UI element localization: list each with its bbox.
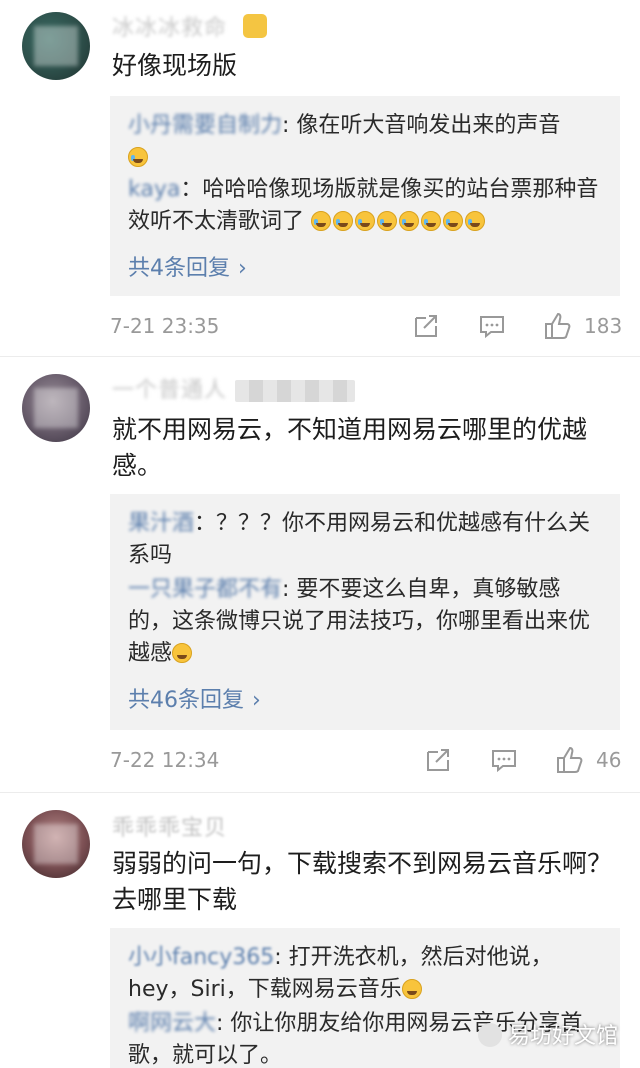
emoji-row xyxy=(304,209,487,234)
divider xyxy=(0,792,640,793)
like-count: 183 xyxy=(584,314,623,338)
reply-item: kaya：哈哈哈像现场版就是像买的站台票那种音效听不太清歌词了 xyxy=(128,174,602,238)
emoji-icon xyxy=(355,211,376,231)
reply-box[interactable]: 果汁酒：？？？你不用网易云和优越感有什么关系吗 一只果子都不有: 要不要这么自卑… xyxy=(110,494,620,730)
comment-text: 弱弱的问一句，下载搜索不到网易云音乐啊？去哪里下载 xyxy=(112,849,613,914)
reply-username[interactable]: 小小fancy365 xyxy=(128,945,274,970)
reply-item: 小丹需要自制力: 像在听大音响发出来的声音 xyxy=(128,110,602,174)
reply-username[interactable]: 一只果子都不有 xyxy=(128,577,282,602)
emoji-icon xyxy=(465,211,486,231)
reply-item: 一只果子都不有: 要不要这么自卑，真够敏感的，这条微博只说了用法技巧，你哪里看出… xyxy=(128,574,602,670)
chevron-right-icon: › xyxy=(238,256,247,281)
divider xyxy=(0,356,640,357)
reply-username[interactable]: 果汁酒 xyxy=(128,511,194,536)
reply-username[interactable]: 小丹需要自制力 xyxy=(128,113,282,138)
watermark: 易坊好文馆 xyxy=(477,1018,618,1050)
avatar[interactable] xyxy=(22,12,90,80)
username-text[interactable]: 乖乖乖宝贝 xyxy=(112,816,227,841)
reply-item: 小小fancy365: 打开洗衣机，然后对他说，hey，Siri，下载网易云音乐 xyxy=(128,942,602,1006)
username[interactable]: 一个普通人 xyxy=(112,372,356,404)
emoji-icon xyxy=(421,211,442,231)
like-icon[interactable] xyxy=(542,310,574,342)
comment-text: 好像现场版 xyxy=(112,51,238,80)
view-replies-link[interactable]: 共4条回复 › xyxy=(128,250,602,282)
emoji-icon xyxy=(128,147,148,167)
reply-username[interactable]: kaya xyxy=(128,177,180,202)
view-replies-link[interactable]: 共46条回复 › xyxy=(128,682,602,714)
reply-text: : 像在听大音响发出来的声音 xyxy=(282,113,561,138)
emoji-icon xyxy=(377,211,398,231)
share-icon[interactable] xyxy=(422,744,454,776)
username-text[interactable]: 冰冰冰救命 xyxy=(112,16,227,41)
comment-icon[interactable] xyxy=(488,744,520,776)
avatar[interactable] xyxy=(22,810,90,878)
avatar[interactable] xyxy=(22,374,90,442)
reply-username[interactable]: 啊网云大 xyxy=(128,1011,216,1036)
reply-item: 果汁酒：？？？你不用网易云和优越感有什么关系吗 xyxy=(128,508,602,572)
comment-meta: 7-22 12:34 46 xyxy=(110,744,622,780)
timestamp: 7-21 23:35 xyxy=(110,314,220,338)
emoji-icon xyxy=(401,979,422,999)
emoji-icon xyxy=(172,643,193,663)
timestamp: 7-22 12:34 xyxy=(110,748,220,772)
watermark-logo-icon xyxy=(477,1023,502,1047)
comment-meta: 7-21 23:35 183 xyxy=(110,310,622,346)
username[interactable]: 乖乖乖宝贝 xyxy=(112,810,227,842)
emoji-icon xyxy=(399,211,420,231)
like-count: 46 xyxy=(596,748,622,772)
reply-box[interactable]: 小丹需要自制力: 像在听大音响发出来的声音 kaya：哈哈哈像现场版就是像买的站… xyxy=(110,96,620,296)
chevron-right-icon: › xyxy=(252,688,261,713)
comment-text: 就不用网易云，不知道用网易云哪里的优越感。 xyxy=(112,415,588,480)
username[interactable]: 冰冰冰救命 xyxy=(112,10,268,42)
emoji-icon xyxy=(443,211,464,231)
share-icon[interactable] xyxy=(410,310,442,342)
emoji-icon xyxy=(311,211,332,231)
username-text[interactable]: 一个普通人 xyxy=(112,378,227,403)
like-icon[interactable] xyxy=(554,744,586,776)
reply-text: ：？？？你不用网易云和优越感有什么关系吗 xyxy=(128,511,591,568)
vip-badge-icon xyxy=(243,14,268,38)
emoji-icon xyxy=(333,211,354,231)
comment-icon[interactable] xyxy=(476,310,508,342)
